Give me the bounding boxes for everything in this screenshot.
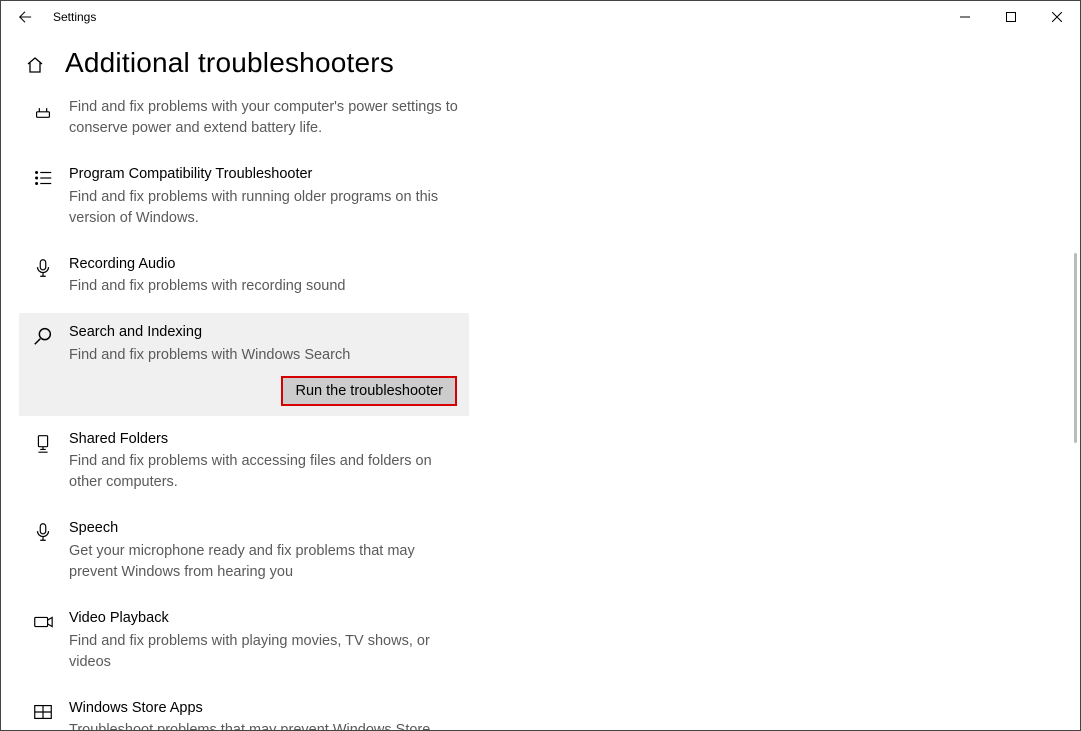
maximize-icon bbox=[1006, 12, 1016, 22]
compatibility-icon bbox=[29, 167, 57, 189]
item-desc: Find and fix problems with Windows Searc… bbox=[69, 345, 459, 366]
run-troubleshooter-button[interactable]: Run the troubleshooter bbox=[281, 376, 457, 406]
power-icon bbox=[29, 99, 57, 121]
item-title: Video Playback bbox=[69, 609, 459, 629]
scrollbar-thumb[interactable] bbox=[1074, 253, 1077, 443]
store-apps-icon bbox=[29, 701, 57, 723]
minimize-icon bbox=[960, 12, 970, 22]
video-icon bbox=[29, 611, 57, 633]
close-button[interactable] bbox=[1034, 1, 1080, 33]
item-title: Shared Folders bbox=[69, 430, 459, 450]
item-title: Windows Store Apps bbox=[69, 699, 459, 719]
close-icon bbox=[1052, 12, 1062, 22]
item-title: Speech bbox=[69, 519, 459, 539]
troubleshooter-item-search-indexing[interactable]: Search and Indexing Find and fix problem… bbox=[19, 313, 469, 416]
home-icon[interactable] bbox=[25, 55, 45, 75]
app-title: Settings bbox=[53, 10, 96, 24]
item-desc: Find and fix problems with playing movie… bbox=[69, 631, 459, 673]
item-desc: Find and fix problems with your computer… bbox=[69, 97, 459, 139]
back-arrow-icon bbox=[18, 10, 32, 24]
item-title: Search and Indexing bbox=[69, 323, 459, 343]
troubleshooter-item-shared-folders[interactable]: Shared Folders Find and fix problems wit… bbox=[19, 420, 469, 506]
item-desc: Troubleshoot problems that may prevent W… bbox=[69, 720, 459, 730]
troubleshooter-item-speech[interactable]: Speech Get your microphone ready and fix… bbox=[19, 509, 469, 595]
search-icon bbox=[29, 325, 57, 347]
minimize-button[interactable] bbox=[942, 1, 988, 33]
header-row: Additional troubleshooters bbox=[7, 33, 1080, 97]
troubleshooter-item-power[interactable]: Find and fix problems with your computer… bbox=[19, 97, 469, 151]
content-area: Additional troubleshooters Find and fix … bbox=[1, 33, 1080, 730]
troubleshooter-item-video-playback[interactable]: Video Playback Find and fix problems wit… bbox=[19, 599, 469, 685]
microphone-icon bbox=[29, 521, 57, 543]
item-desc: Find and fix problems with recording sou… bbox=[69, 276, 459, 297]
shared-folders-icon bbox=[29, 432, 57, 454]
back-button[interactable] bbox=[1, 1, 49, 33]
titlebar: Settings bbox=[1, 1, 1080, 33]
troubleshooter-item-compatibility[interactable]: Program Compatibility Troubleshooter Fin… bbox=[19, 155, 469, 241]
item-title: Recording Audio bbox=[69, 255, 459, 275]
troubleshooter-list: Find and fix problems with your computer… bbox=[7, 97, 469, 730]
page-title: Additional troubleshooters bbox=[65, 47, 394, 79]
microphone-icon bbox=[29, 257, 57, 279]
item-desc: Find and fix problems with running older… bbox=[69, 187, 459, 229]
troubleshooter-item-store-apps[interactable]: Windows Store Apps Troubleshoot problems… bbox=[19, 689, 469, 730]
window-controls bbox=[942, 1, 1080, 33]
maximize-button[interactable] bbox=[988, 1, 1034, 33]
item-title: Program Compatibility Troubleshooter bbox=[69, 165, 459, 185]
item-desc: Get your microphone ready and fix proble… bbox=[69, 541, 459, 583]
troubleshooter-item-recording-audio[interactable]: Recording Audio Find and fix problems wi… bbox=[19, 245, 469, 310]
item-desc: Find and fix problems with accessing fil… bbox=[69, 451, 459, 493]
